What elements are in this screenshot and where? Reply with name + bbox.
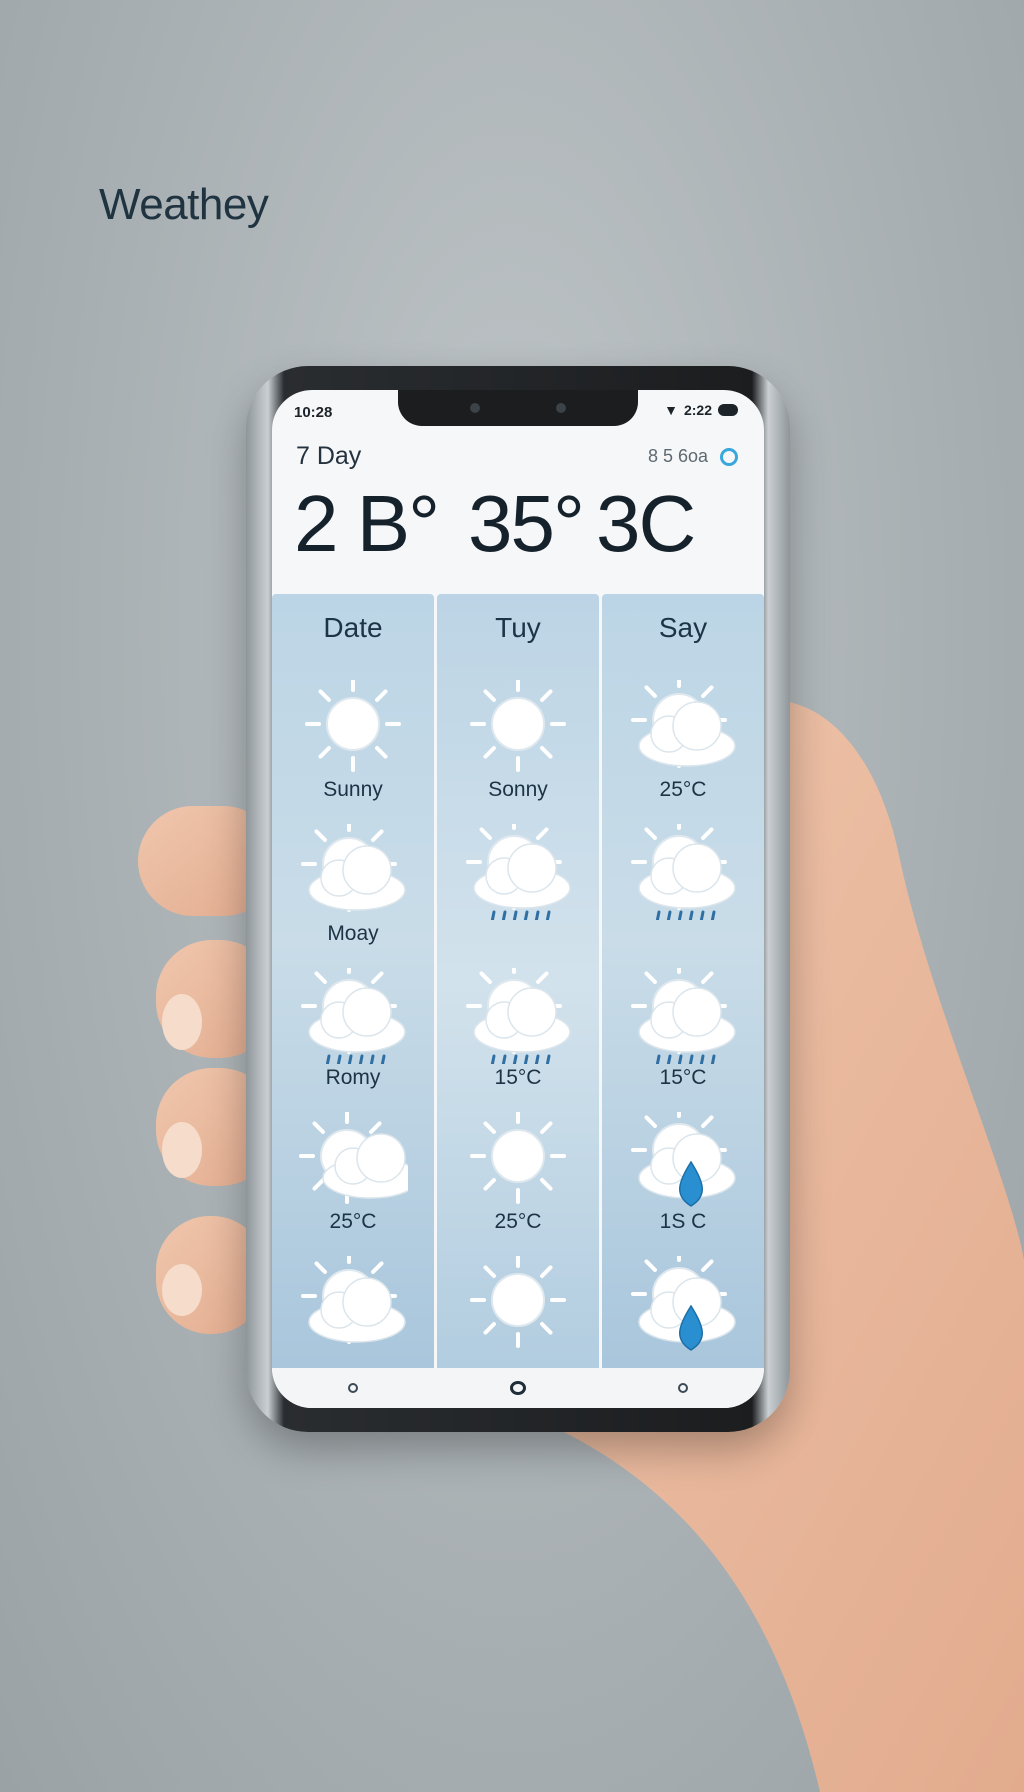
header-indicator-text: 8 5 6oa [647, 446, 708, 466]
forecast-cell[interactable]: 25°C [437, 1112, 599, 1258]
status-right-text: 2:22 [683, 402, 712, 418]
forecast-cell-label: Romy [325, 1066, 381, 1089]
forecast-cell-label: Moay [327, 922, 379, 945]
notch [398, 390, 638, 426]
status-bar-right: ▼ 2:22 [664, 402, 738, 418]
forecast-cell[interactable] [437, 824, 599, 970]
temperature-tertiary: 3C [596, 479, 696, 568]
battery-icon [718, 404, 738, 416]
rain-icon [466, 968, 571, 1064]
forecast-cell-label: 1S C [659, 1210, 707, 1233]
forecast-cell[interactable]: Moay [272, 824, 434, 970]
column-header: Say [658, 612, 708, 643]
status-time: 10:28 [294, 404, 333, 421]
forecast-cell[interactable]: Sonny [437, 680, 599, 826]
drop-cloud-icon [631, 1256, 736, 1351]
forecast-column[interactable]: Tuy Sonny 15°C 25°C [437, 594, 599, 1368]
forecast-cell-label: 15°C [659, 1066, 707, 1089]
partly-cloudy-icon [631, 680, 736, 768]
forecast-cell[interactable]: 25°C [602, 680, 764, 826]
forecast-cell[interactable]: 25°C [272, 1112, 434, 1258]
sun-cloud-icon [299, 1112, 408, 1204]
header-indicators: 8 5 6oa [648, 446, 738, 467]
sun-icon [470, 1256, 566, 1348]
home-icon[interactable] [510, 1381, 526, 1395]
drop-cloud-icon [631, 1112, 736, 1207]
recents-icon[interactable] [678, 1383, 688, 1393]
forecast-cell-label: 25°C [659, 778, 707, 801]
rain-icon [466, 824, 571, 920]
forecast-column[interactable]: Say 25°C 15°C 1S C [602, 594, 764, 1368]
sun-icon [470, 680, 566, 772]
forecast-cell[interactable] [602, 824, 764, 970]
page-subtitle: 7 Day [296, 442, 362, 470]
forecast-cell-label: 25°C [329, 1210, 377, 1233]
signal-icon: ▼ [664, 402, 678, 418]
forecast-cell-label: 15°C [494, 1066, 542, 1089]
forecast-cell[interactable]: Sunny [272, 680, 434, 826]
forecast-column[interactable]: Date Sunny Moay Romy 25°C [272, 594, 434, 1368]
sensor-icon [470, 403, 480, 413]
forecast-grid: Date Sunny Moay Romy 25°C Tuy Sonny 15°C… [272, 594, 764, 1368]
forecast-cell[interactable]: Romy [272, 968, 434, 1114]
rain-icon [631, 824, 736, 920]
partly-cloudy-icon [301, 824, 406, 912]
forecast-cell[interactable]: 15°C [602, 968, 764, 1114]
forecast-cell-label: Sunny [323, 778, 383, 801]
back-icon[interactable] [348, 1383, 358, 1393]
sun-icon [305, 680, 401, 772]
column-header: Date [323, 612, 383, 643]
location-icon[interactable] [720, 447, 738, 466]
rain-icon [631, 968, 736, 1064]
navigation-bar [272, 1368, 764, 1408]
camera-icon [556, 403, 566, 413]
forecast-cell-label: 25°C [494, 1210, 542, 1233]
forecast-cell-label: Sonny [488, 778, 548, 801]
temperature-secondary: 35° [468, 479, 585, 568]
column-header: Tuy [495, 612, 541, 643]
partly-cloudy-icon [301, 1256, 406, 1344]
forecast-cell[interactable]: 15°C [437, 968, 599, 1114]
rain-icon [301, 968, 406, 1064]
phone-screen: 10:28 ▼ 2:22 7 Day 8 5 6oa 2 B° 35° 3C D… [272, 390, 764, 1408]
forecast-cell[interactable]: 1S C [602, 1112, 764, 1258]
temperature-primary: 2 B° [294, 479, 440, 568]
sun-icon [470, 1112, 566, 1204]
